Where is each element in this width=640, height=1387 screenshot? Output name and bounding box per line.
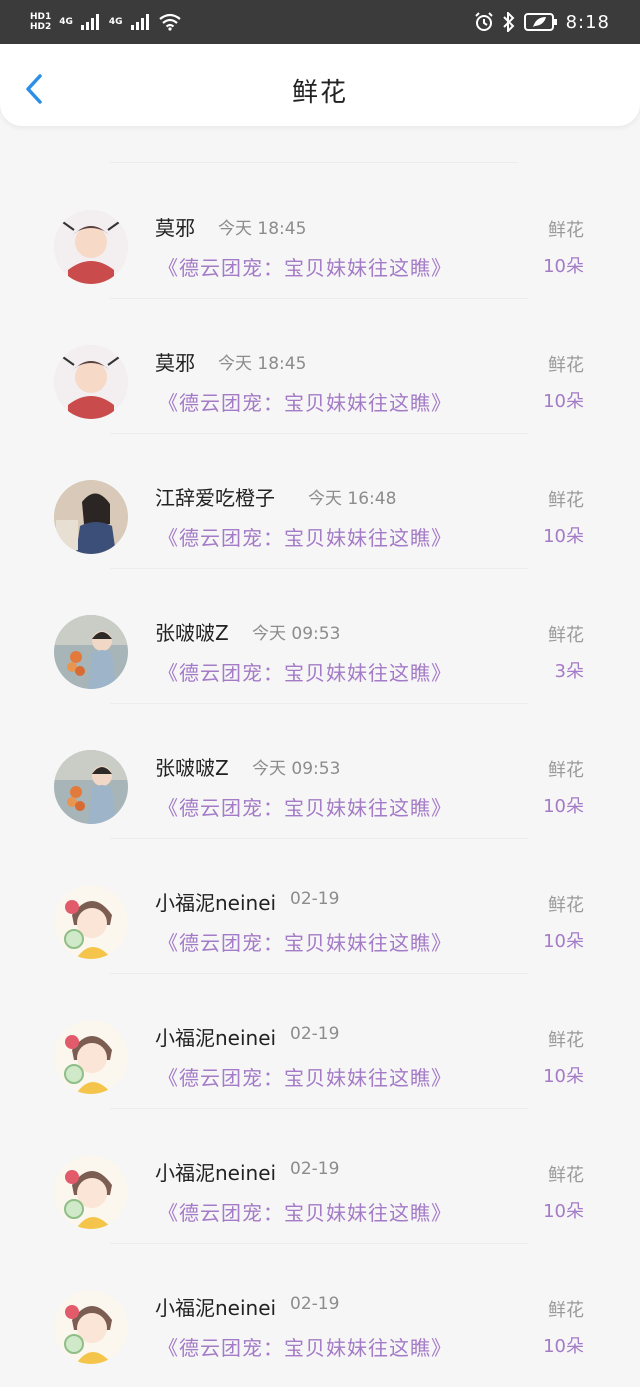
gift-count: 10朵 <box>543 391 584 412</box>
gift-count: 10朵 <box>543 1066 584 1087</box>
timestamp: 今天 18:45 <box>218 354 307 374</box>
gift-type: 鲜花 <box>548 1165 584 1186</box>
avatar[interactable] <box>54 480 128 554</box>
list-item[interactable]: 小福泥neinei 02-19 《德云团宠：宝贝妹妹往这瞧》 鲜花 10朵 <box>0 821 640 974</box>
user-name: 莫邪 <box>155 351 195 375</box>
user-name: 张啵啵Z <box>155 621 229 645</box>
timestamp: 今天 18:45 <box>218 219 307 239</box>
gift-count: 10朵 <box>543 526 584 547</box>
gift-type: 鲜花 <box>548 895 584 916</box>
gift-type: 鲜花 <box>548 355 584 376</box>
sim1-label: HD1 <box>30 12 52 22</box>
signal-icon <box>130 14 151 30</box>
gift-count: 10朵 <box>543 1336 584 1357</box>
book-title[interactable]: 《德云团宠：宝贝妹妹往这瞧》 <box>158 387 452 416</box>
book-title[interactable]: 《德云团宠：宝贝妹妹往这瞧》 <box>158 1332 452 1361</box>
timestamp: 今天 09:53 <box>252 759 341 779</box>
user-name: 张啵啵Z <box>155 756 229 780</box>
network-type-2: 4G <box>108 17 123 27</box>
avatar[interactable] <box>54 345 128 419</box>
battery-icon <box>523 13 558 31</box>
sim2-label: HD2 <box>30 22 52 32</box>
timestamp: 02-19 <box>290 1159 340 1179</box>
nav-header: 鲜花 <box>0 44 640 126</box>
user-name: 小福泥neinei <box>155 891 277 915</box>
gift-type: 鲜花 <box>548 1300 584 1321</box>
avatar[interactable] <box>54 615 128 689</box>
timestamp: 今天 16:48 <box>308 489 397 509</box>
list-item[interactable]: 张啵啵Z 今天 09:53 《德云团宠：宝贝妹妹往这瞧》 鲜花 10朵 <box>0 686 640 839</box>
gift-type: 鲜花 <box>548 220 584 241</box>
bluetooth-icon <box>502 12 516 32</box>
gift-type: 鲜花 <box>548 625 584 646</box>
timestamp: 02-19 <box>290 1294 340 1314</box>
timestamp: 02-19 <box>290 889 340 909</box>
gift-count: 10朵 <box>543 256 584 277</box>
gift-type: 鲜花 <box>548 760 584 781</box>
gift-type: 鲜花 <box>548 1030 584 1051</box>
network-type-1: 4G <box>59 17 73 27</box>
avatar[interactable] <box>54 1155 128 1229</box>
wifi-icon <box>158 13 181 31</box>
list-item[interactable]: 莫邪 今天 18:45 《德云团宠：宝贝妹妹往这瞧》 鲜花 10朵 <box>0 146 640 299</box>
user-name: 小福泥neinei <box>155 1026 277 1050</box>
list-item[interactable]: 小福泥neinei 02-19 《德云团宠：宝贝妹妹往这瞧》 鲜花 10朵 <box>0 956 640 1109</box>
book-title[interactable]: 《德云团宠：宝贝妹妹往这瞧》 <box>158 1062 452 1091</box>
sim-tags: HD1 HD2 <box>30 12 51 32</box>
gift-count: 10朵 <box>543 796 584 817</box>
book-title[interactable]: 《德云团宠：宝贝妹妹往这瞧》 <box>158 657 452 686</box>
avatar[interactable] <box>54 1290 128 1364</box>
book-title[interactable]: 《德云团宠：宝贝妹妹往这瞧》 <box>158 927 452 956</box>
user-name: 小福泥neinei <box>155 1161 277 1185</box>
user-name: 小福泥neinei <box>155 1296 277 1320</box>
avatar[interactable] <box>54 885 128 959</box>
user-name: 江辞爱吃橙子 <box>155 486 275 510</box>
page-title: 鲜花 <box>291 78 348 108</box>
clock-time: 8:18 <box>565 11 610 33</box>
list-item[interactable]: 小福泥neinei 02-19 《德云团宠：宝贝妹妹往这瞧》 鲜花 10朵 <box>0 1091 640 1244</box>
list-item[interactable]: 莫邪 今天 18:45 《德云团宠：宝贝妹妹往这瞧》 鲜花 10朵 <box>0 281 640 434</box>
avatar[interactable] <box>54 1020 128 1094</box>
avatar[interactable] <box>54 210 128 284</box>
alarm-icon <box>474 12 494 32</box>
gift-count: 3朵 <box>554 661 584 682</box>
signal-icon <box>80 14 101 30</box>
status-bar: HD1 HD2 4G 4G 8:18 <box>0 0 640 44</box>
gift-count: 10朵 <box>543 1201 584 1222</box>
book-title[interactable]: 《德云团宠：宝贝妹妹往这瞧》 <box>158 522 452 551</box>
list-item[interactable]: 张啵啵Z 今天 09:53 《德云团宠：宝贝妹妹往这瞧》 鲜花 3朵 <box>0 551 640 704</box>
timestamp: 02-19 <box>290 1024 340 1044</box>
list-item[interactable]: 江辞爱吃橙子 今天 16:48 《德云团宠：宝贝妹妹往这瞧》 鲜花 10朵 <box>0 416 640 569</box>
gift-type: 鲜花 <box>548 490 584 511</box>
timestamp: 今天 09:53 <box>252 624 341 644</box>
book-title[interactable]: 《德云团宠：宝贝妹妹往这瞧》 <box>158 792 452 821</box>
book-title[interactable]: 《德云团宠：宝贝妹妹往这瞧》 <box>158 252 452 281</box>
user-name: 莫邪 <box>155 216 195 240</box>
list-item[interactable]: 小福泥neinei 02-19 《德云团宠：宝贝妹妹往这瞧》 鲜花 10朵 <box>0 1226 640 1364</box>
gift-count: 10朵 <box>543 931 584 952</box>
book-title[interactable]: 《德云团宠：宝贝妹妹往这瞧》 <box>158 1197 452 1226</box>
flower-list: 莫邪 今天 18:45 《德云团宠：宝贝妹妹往这瞧》 鲜花 10朵 莫邪 今天 … <box>0 146 640 1364</box>
avatar[interactable] <box>54 750 128 824</box>
